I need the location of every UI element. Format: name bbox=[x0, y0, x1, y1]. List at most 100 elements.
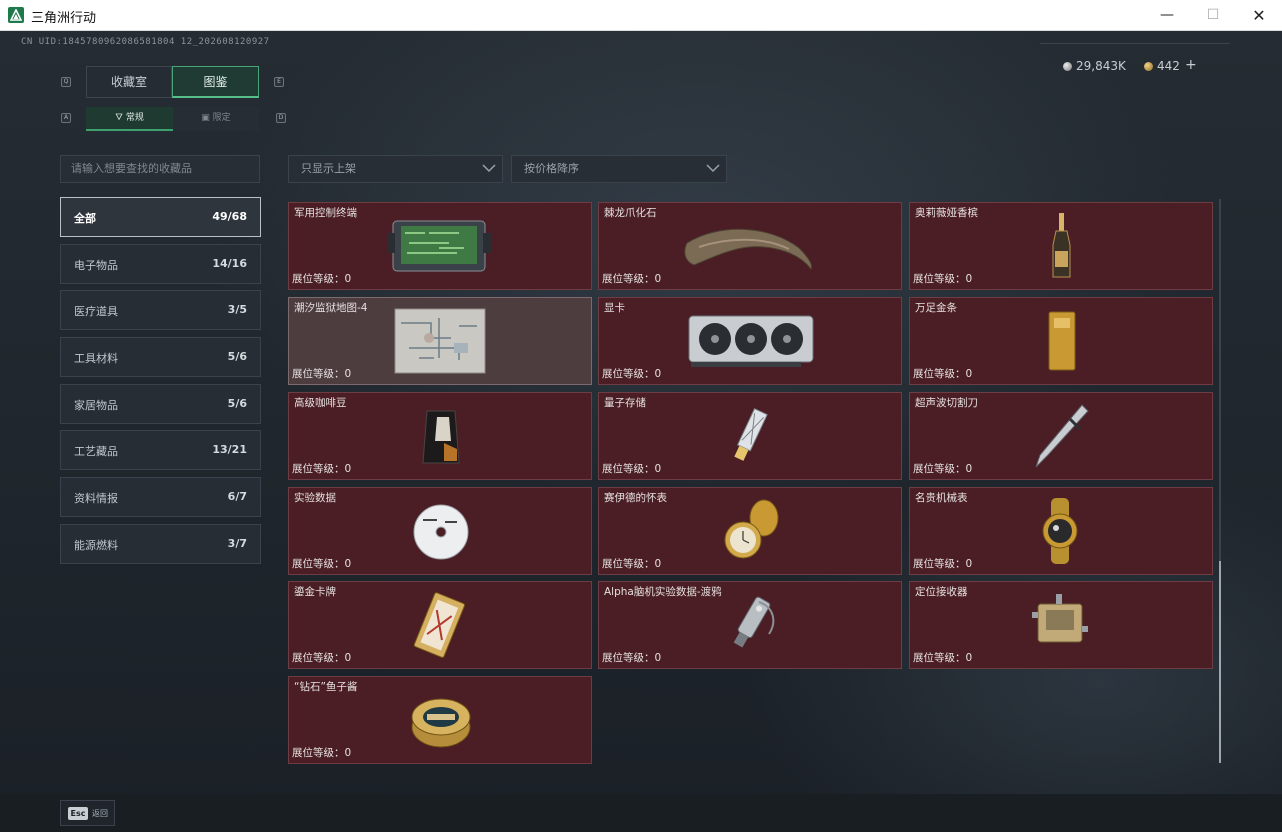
item-card[interactable]: 鎏金卡牌 展位等级：0 bbox=[288, 581, 592, 669]
category-tools[interactable]: 工具材料 5/6 bbox=[60, 337, 261, 377]
shelf-filter-value: 只显示上架 bbox=[301, 162, 356, 175]
tab-prev-key: Q bbox=[61, 77, 71, 87]
item-card[interactable]: 军用控制终端 展位等级：0 bbox=[288, 202, 592, 290]
shelf-filter-dropdown[interactable]: 只显示上架 bbox=[288, 155, 503, 183]
item-card[interactable]: 定位接收器 展位等级：0 bbox=[909, 581, 1213, 669]
subtab-regular[interactable]: 🜄 常规 bbox=[86, 107, 173, 131]
gold-currency: 442 bbox=[1144, 59, 1180, 73]
item-card[interactable]: 赛伊德的怀表 展位等级：0 bbox=[598, 487, 902, 575]
category-count: 13/21 bbox=[212, 443, 247, 456]
item-card[interactable]: 名贵机械表 展位等级：0 bbox=[909, 487, 1213, 575]
item-card[interactable]: 奥莉薇娅香槟 展位等级：0 bbox=[909, 202, 1213, 290]
category-count: 3/7 bbox=[227, 537, 247, 550]
subtab-limited[interactable]: ▣ 限定 bbox=[173, 107, 259, 131]
category-label: 家居物品 bbox=[74, 399, 118, 412]
item-card[interactable]: 超声波切割刀 展位等级：0 bbox=[909, 392, 1213, 480]
window-title: 三角洲行动 bbox=[31, 11, 97, 26]
category-label: 工具材料 bbox=[74, 352, 118, 365]
category-count: 5/6 bbox=[227, 350, 247, 363]
chevron-down-icon bbox=[706, 164, 720, 173]
item-card[interactable]: “钻石”鱼子酱 展位等级：0 bbox=[288, 676, 592, 764]
category-home[interactable]: 家居物品 5/6 bbox=[60, 384, 261, 424]
item-level: 展位等级：0 bbox=[913, 368, 973, 380]
badge-icon: ▣ bbox=[201, 113, 213, 123]
item-name: 潮汐监狱地图-4 bbox=[294, 302, 368, 314]
subtab-limited-label: 限定 bbox=[212, 113, 231, 123]
item-card[interactable]: 高级咖啡豆 展位等级：0 bbox=[288, 392, 592, 480]
item-level: 展位等级：0 bbox=[292, 652, 352, 664]
item-card[interactable]: 实验数据 展位等级：0 bbox=[288, 487, 592, 575]
item-level: 展位等级：0 bbox=[913, 463, 973, 475]
category-count: 6/7 bbox=[227, 490, 247, 503]
item-level: 展位等级：0 bbox=[602, 558, 662, 570]
item-name: 超声波切割刀 bbox=[915, 397, 978, 409]
item-name: 实验数据 bbox=[294, 492, 336, 504]
item-level: 展位等级：0 bbox=[292, 463, 352, 475]
category-label: 能源燃料 bbox=[74, 539, 118, 552]
item-card[interactable]: Alpha脑机实验数据-渡鸦 展位等级：0 bbox=[598, 581, 902, 669]
item-name: 奥莉薇娅香槟 bbox=[915, 207, 978, 219]
header-divider bbox=[1040, 43, 1230, 44]
window-title-bar: 三角洲行动 — ☐ ✕ bbox=[0, 0, 1282, 31]
item-level: 展位等级：0 bbox=[602, 273, 662, 285]
subtab-regular-label: 常规 bbox=[125, 113, 144, 123]
category-all[interactable]: 全部 49/68 bbox=[60, 197, 261, 237]
item-name: Alpha脑机实验数据-渡鸦 bbox=[604, 586, 722, 598]
scrollbar-thumb[interactable] bbox=[1219, 561, 1221, 763]
item-name: 棘龙爪化石 bbox=[604, 207, 657, 219]
item-name: 名贵机械表 bbox=[915, 492, 968, 504]
item-level: 展位等级：0 bbox=[913, 652, 973, 664]
back-label: 返回 bbox=[92, 809, 108, 818]
delta-force-logo-icon bbox=[8, 7, 24, 23]
silver-currency: 29,843K bbox=[1063, 59, 1126, 73]
game-screen: CN UID:1845780962086581804 12_2026081209… bbox=[0, 31, 1282, 832]
item-card[interactable]: 显卡 展位等级：0 bbox=[598, 297, 902, 385]
item-level: 展位等级：0 bbox=[292, 558, 352, 570]
footer-bar: Esc 返回 bbox=[0, 794, 1282, 832]
item-level: 展位等级：0 bbox=[292, 747, 352, 759]
subtab-next-key: D bbox=[276, 113, 286, 123]
category-count: 14/16 bbox=[212, 257, 247, 270]
gold-amount: 442 bbox=[1157, 59, 1180, 73]
gold-coin-icon bbox=[1144, 62, 1153, 71]
item-name: 定位接收器 bbox=[915, 586, 968, 598]
maximize-button[interactable]: ☐ bbox=[1190, 0, 1236, 31]
category-label: 电子物品 bbox=[74, 259, 118, 272]
esc-key: Esc bbox=[68, 807, 88, 820]
item-card[interactable]: 棘龙爪化石 展位等级：0 bbox=[598, 202, 902, 290]
item-level: 展位等级：0 bbox=[602, 463, 662, 475]
category-medical[interactable]: 医疗道具 3/5 bbox=[60, 290, 261, 330]
search-input[interactable]: 请输入想要查找的收藏品 bbox=[60, 155, 260, 183]
item-card[interactable]: 潮汐监狱地图-4 展位等级：0 bbox=[288, 297, 592, 385]
flask-icon: 🜄 bbox=[115, 113, 126, 123]
add-currency-button[interactable]: + bbox=[1185, 57, 1197, 73]
item-name: 显卡 bbox=[604, 302, 625, 314]
item-name: 万足金条 bbox=[915, 302, 957, 314]
item-level: 展位等级：0 bbox=[602, 652, 662, 664]
item-level: 展位等级：0 bbox=[292, 368, 352, 380]
sort-value: 按价格降序 bbox=[524, 162, 579, 175]
category-label: 医疗道具 bbox=[74, 305, 118, 318]
category-crafts[interactable]: 工艺藏品 13/21 bbox=[60, 430, 261, 470]
tab-catalog[interactable]: 图鉴 bbox=[172, 66, 259, 98]
tab-collection-room[interactable]: 收藏室 bbox=[86, 66, 172, 98]
item-card[interactable]: 万足金条 展位等级：0 bbox=[909, 297, 1213, 385]
category-label: 资料情报 bbox=[74, 492, 118, 505]
item-card[interactable]: 量子存储 展位等级：0 bbox=[598, 392, 902, 480]
tab-next-key: E bbox=[274, 77, 284, 87]
minimize-button[interactable]: — bbox=[1144, 0, 1190, 31]
back-button[interactable]: Esc 返回 bbox=[60, 800, 115, 826]
item-level: 展位等级：0 bbox=[292, 273, 352, 285]
item-name: 量子存储 bbox=[604, 397, 646, 409]
category-intel[interactable]: 资料情报 6/7 bbox=[60, 477, 261, 517]
chevron-down-icon bbox=[482, 164, 496, 173]
silver-amount: 29,843K bbox=[1076, 59, 1126, 73]
item-name: 鎏金卡牌 bbox=[294, 586, 336, 598]
category-electronics[interactable]: 电子物品 14/16 bbox=[60, 244, 261, 284]
category-energy[interactable]: 能源燃料 3/7 bbox=[60, 524, 261, 564]
close-button[interactable]: ✕ bbox=[1236, 0, 1282, 31]
subtab-prev-key: A bbox=[61, 113, 71, 123]
sort-dropdown[interactable]: 按价格降序 bbox=[511, 155, 727, 183]
item-name: “钻石”鱼子酱 bbox=[294, 681, 358, 693]
category-count: 3/5 bbox=[227, 303, 247, 316]
